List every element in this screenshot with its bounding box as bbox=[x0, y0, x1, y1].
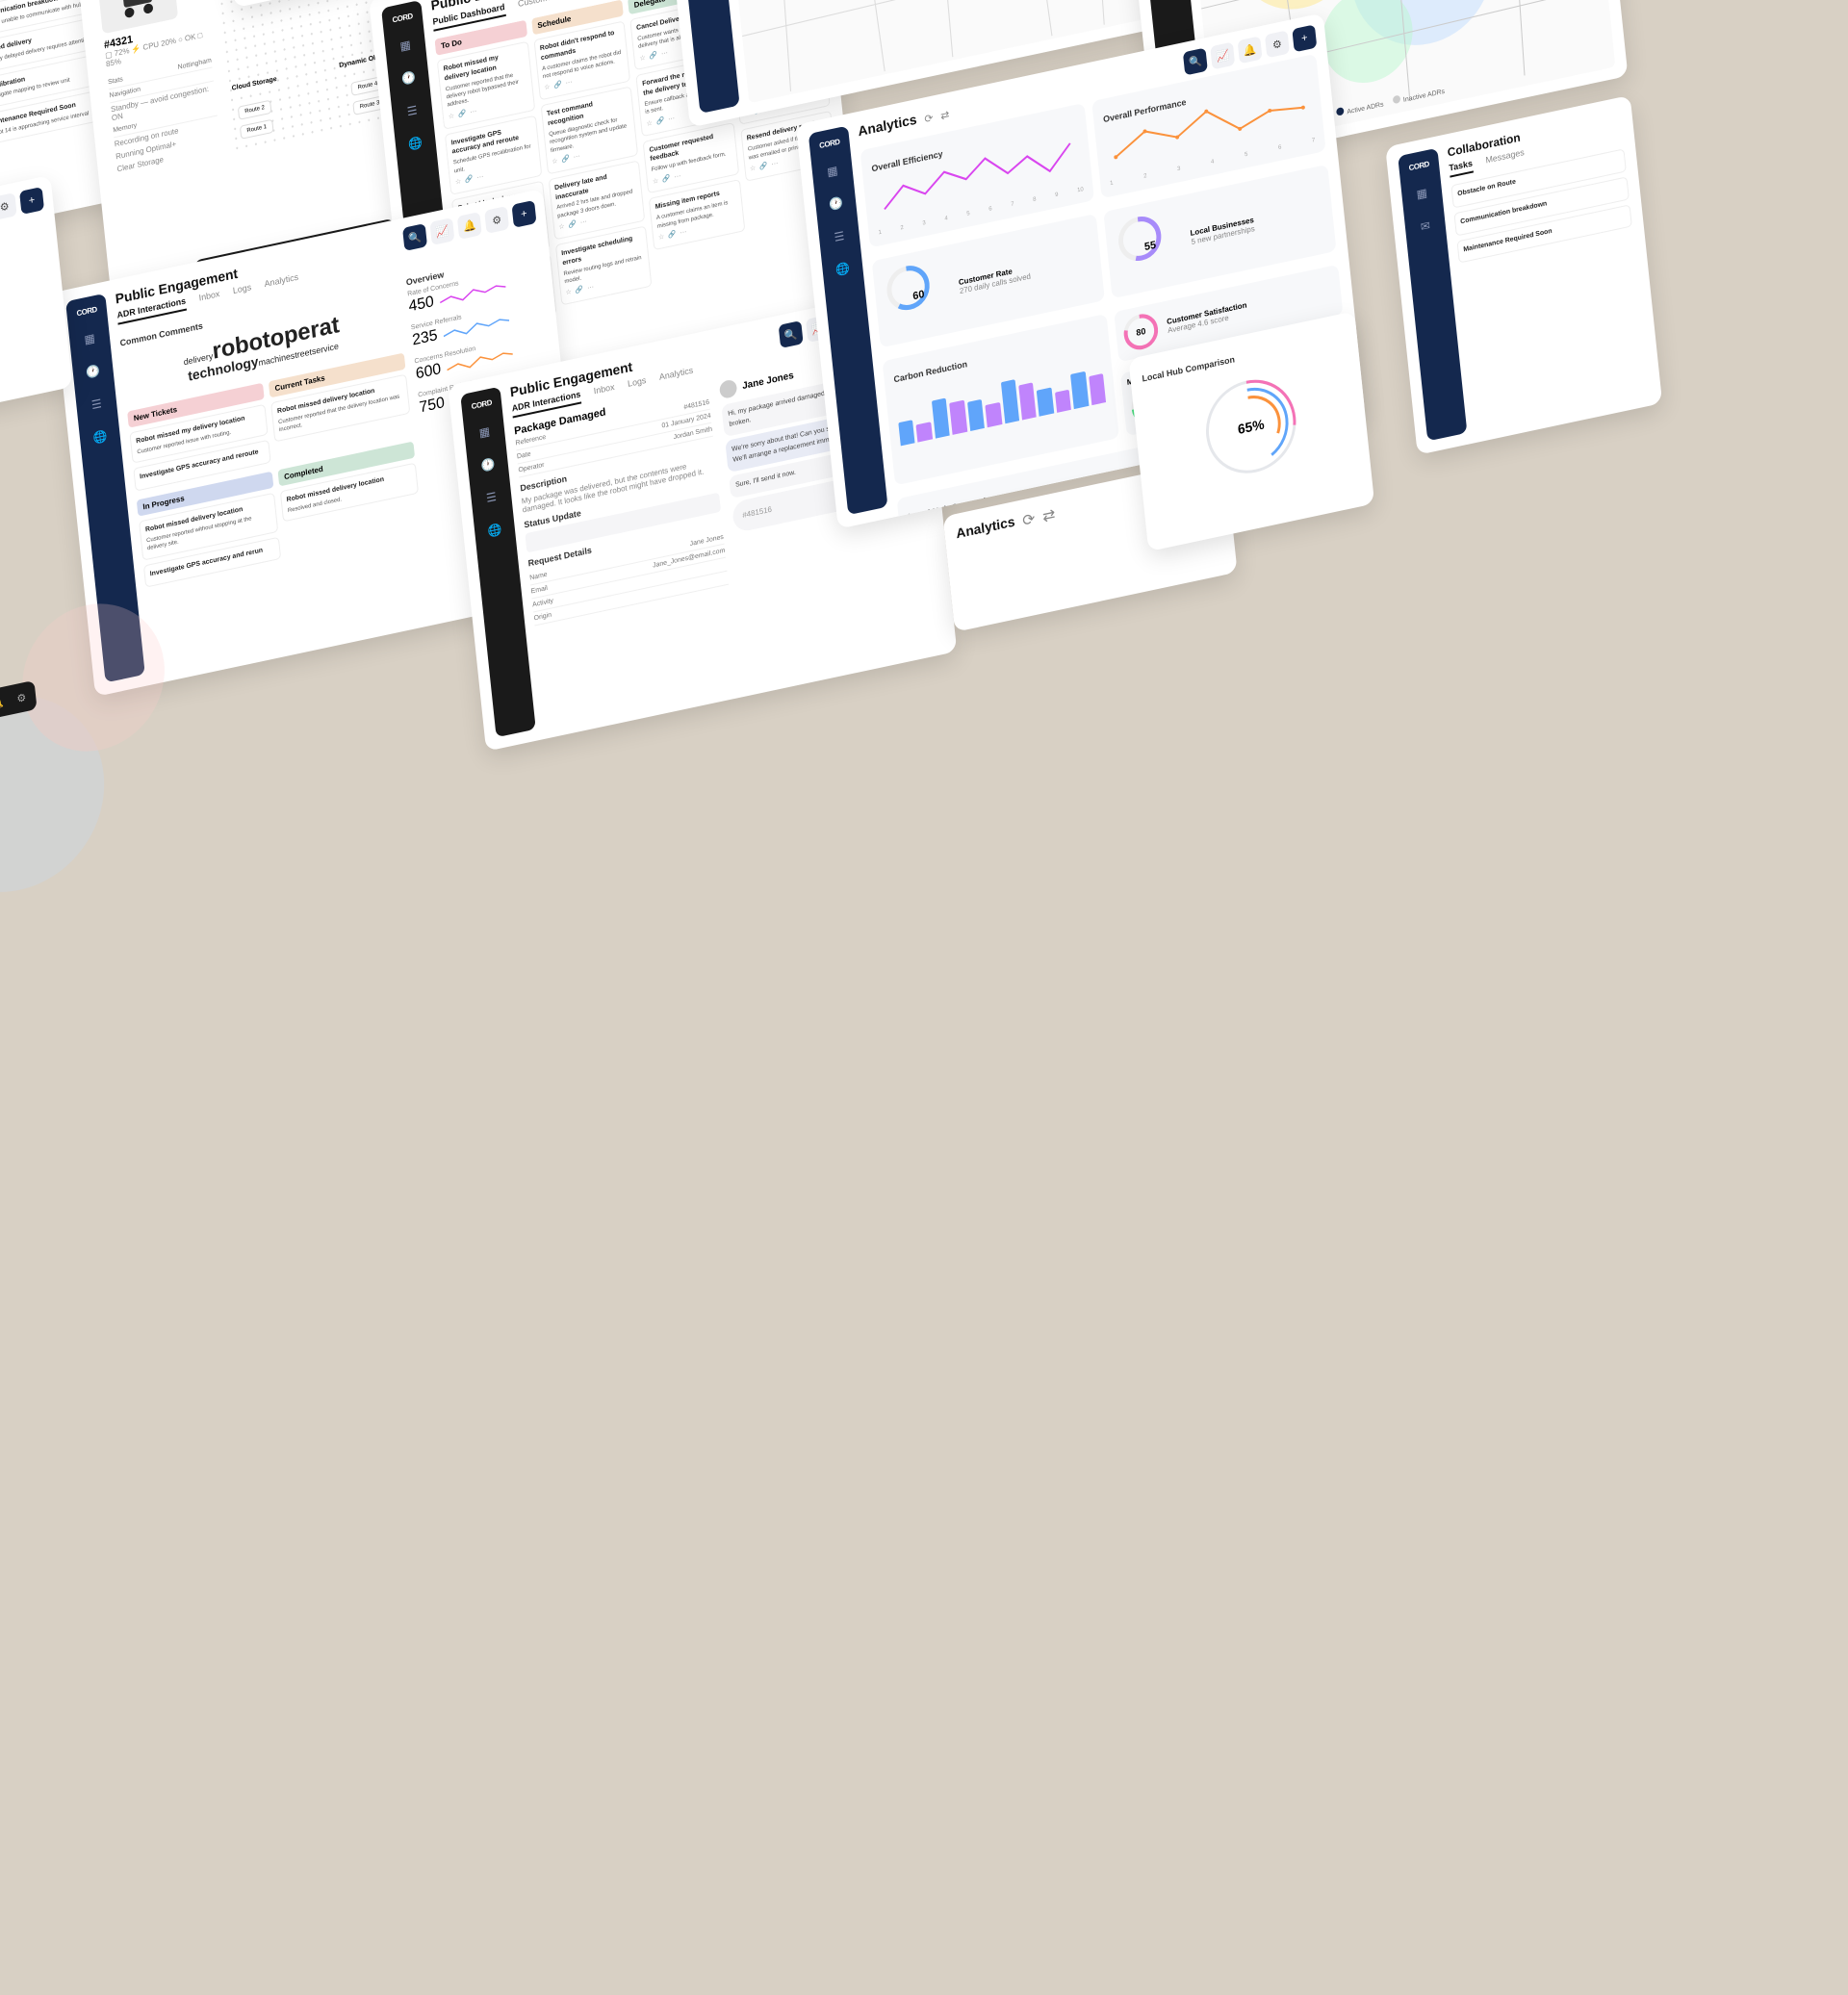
kanban-card[interactable]: Robot missed my delivery locationCustome… bbox=[437, 40, 535, 129]
clock-icon[interactable]: 🕐 bbox=[826, 192, 847, 215]
refresh-icon[interactable]: ⟳ bbox=[924, 111, 934, 125]
kanban-card[interactable]: Test command recognitionQueue diagnostic… bbox=[540, 86, 638, 174]
filter-icon[interactable]: ⚙ bbox=[13, 687, 31, 708]
share-icon[interactable]: ⇄ bbox=[940, 107, 950, 121]
chart-button[interactable]: 📈 bbox=[1210, 41, 1235, 69]
tab[interactable]: Logs bbox=[232, 282, 252, 300]
chart-button[interactable]: 📈 bbox=[429, 217, 454, 245]
page-title: Analytics bbox=[858, 111, 918, 139]
search-button[interactable]: 🔍 bbox=[1183, 47, 1208, 75]
tab[interactable]: Inbox bbox=[593, 381, 615, 400]
clock-icon[interactable]: 🕐 bbox=[477, 452, 499, 475]
filter-button[interactable]: ⚙ bbox=[1265, 30, 1290, 58]
grid-icon[interactable]: ▦ bbox=[822, 159, 843, 182]
clock-icon[interactable]: 🕐 bbox=[83, 360, 104, 383]
notify-button[interactable]: 🔔 bbox=[457, 211, 482, 239]
refresh-icon[interactable]: ⟳ bbox=[1021, 508, 1036, 530]
tab[interactable]: Analytics bbox=[658, 365, 694, 386]
tab[interactable]: Analytics bbox=[264, 271, 299, 293]
bg-map bbox=[0, 561, 214, 1008]
globe-icon[interactable]: 🌐 bbox=[90, 425, 111, 448]
inbox-icon[interactable]: ✉ bbox=[1415, 214, 1436, 237]
layers-icon[interactable]: ☰ bbox=[86, 393, 107, 416]
search-button[interactable]: 🔍 bbox=[779, 320, 804, 348]
grid-icon[interactable]: ▦ bbox=[1411, 181, 1432, 204]
brand-logo: CORD bbox=[76, 304, 97, 317]
kanban-card[interactable]: Investigate GPS accuracy and rerouteSche… bbox=[445, 115, 542, 194]
notify-button[interactable]: 🔔 bbox=[1238, 36, 1263, 64]
add-button[interactable]: + bbox=[19, 186, 44, 214]
search-button[interactable]: 🔍 bbox=[402, 223, 427, 251]
layers-icon[interactable]: ☰ bbox=[401, 99, 423, 122]
node[interactable]: Route 1 bbox=[240, 118, 274, 139]
avatar bbox=[719, 378, 737, 399]
grid-icon[interactable]: ▦ bbox=[395, 34, 416, 57]
node[interactable]: Route 2 bbox=[238, 99, 272, 119]
kanban-card[interactable]: Robot didn't respond to commandsA custom… bbox=[533, 20, 630, 100]
kanban-card[interactable]: Investigate scheduling errorsReview rout… bbox=[554, 225, 652, 305]
tab[interactable]: Logs bbox=[628, 374, 648, 393]
stats-strip: 80%Happy CustomersCustomer Service 38%Ma… bbox=[0, 174, 72, 448]
globe-icon[interactable]: 🌐 bbox=[405, 132, 426, 155]
add-button[interactable]: + bbox=[512, 199, 537, 227]
globe-icon[interactable]: 🌐 bbox=[484, 518, 505, 541]
brand-logo: CORD bbox=[471, 397, 492, 410]
grid-icon[interactable]: ▦ bbox=[474, 420, 495, 443]
contact-name: Jane Jones bbox=[742, 370, 794, 391]
collab-right: CORD ▦ ✉ Collaboration TasksMessages Obs… bbox=[1385, 94, 1662, 454]
brand-logo: CORD bbox=[819, 137, 840, 149]
kanban-card[interactable]: Delivery late and inaccurateArrived 2 hr… bbox=[548, 160, 645, 240]
tab[interactable]: Inbox bbox=[198, 288, 220, 307]
layers-icon[interactable]: ☰ bbox=[829, 224, 850, 247]
layers-icon[interactable]: ☰ bbox=[481, 485, 502, 508]
globe-icon[interactable]: 🌐 bbox=[833, 257, 854, 280]
share-icon[interactable]: ⇄ bbox=[1041, 504, 1056, 526]
brand-logo: CORD bbox=[392, 12, 413, 24]
filter-button[interactable]: ⚙ bbox=[484, 205, 509, 233]
clock-icon[interactable]: 🕐 bbox=[398, 66, 420, 90]
filter-button[interactable]: ⚙ bbox=[0, 192, 17, 219]
add-button[interactable]: + bbox=[1292, 24, 1317, 52]
bell-icon[interactable]: 🔔 bbox=[0, 692, 7, 713]
grid-icon[interactable]: ▦ bbox=[79, 327, 100, 350]
